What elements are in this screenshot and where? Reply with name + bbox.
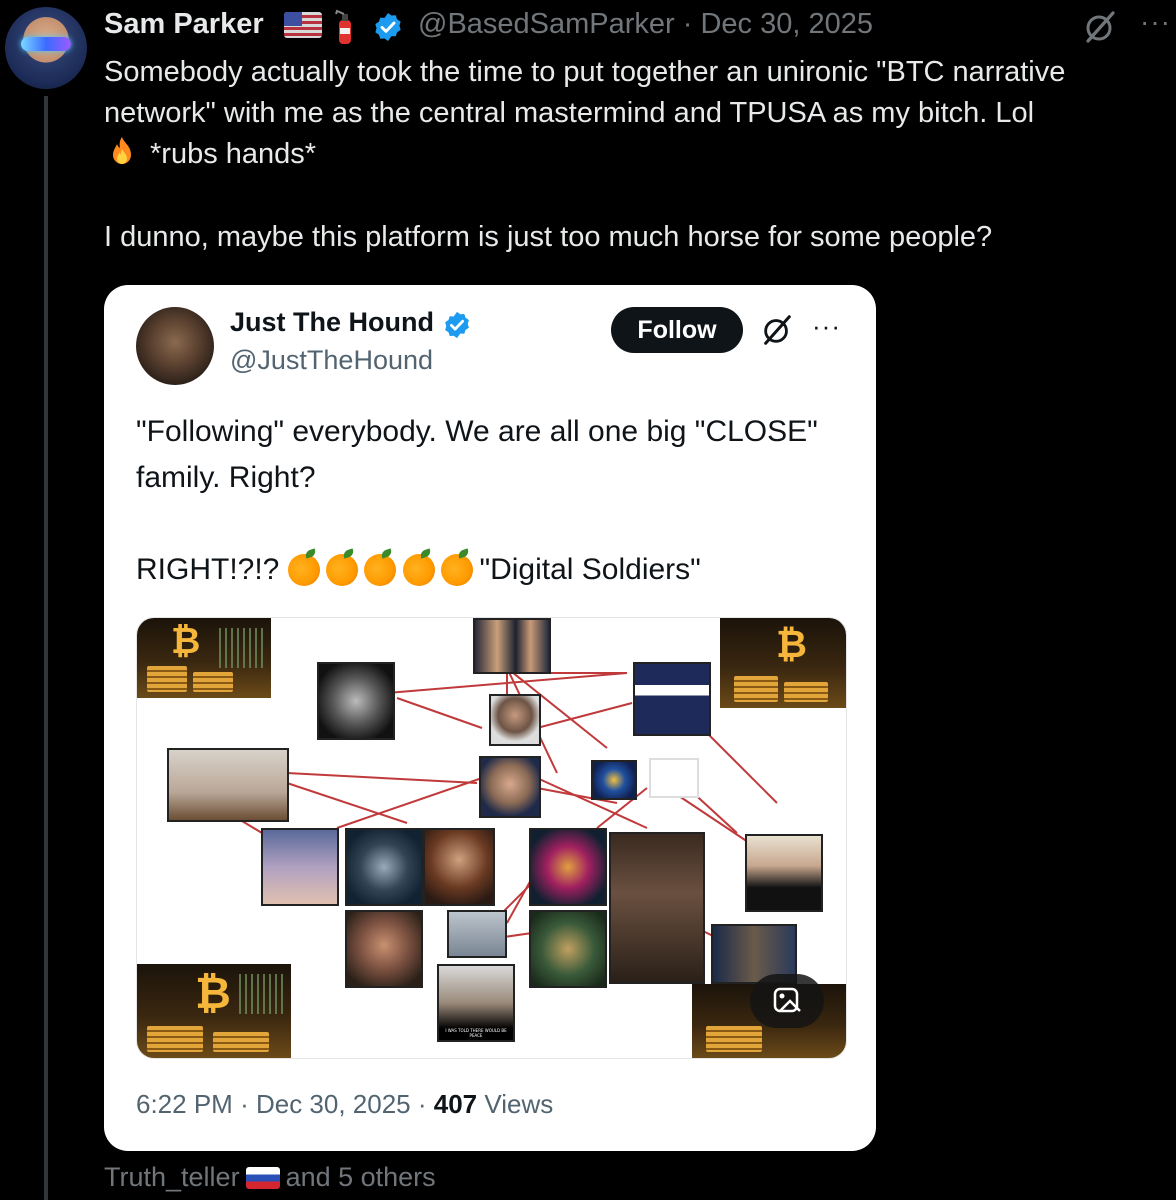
reply-context-user[interactable]: Truth_teller — [104, 1162, 240, 1192]
author-handle-date[interactable]: @BasedSamParker · Dec 30, 2025 — [418, 8, 873, 41]
network-node-studio-photo — [167, 748, 289, 822]
reply-context-others[interactable]: and 5 others — [286, 1162, 436, 1192]
verified-badge-icon — [445, 311, 469, 339]
author-display-name[interactable]: Sam Parker — [104, 8, 264, 41]
network-node-sam-parker-photo — [479, 756, 541, 818]
network-node-bukele-photo — [633, 662, 711, 736]
network-node-tuxedo-photo — [745, 834, 823, 912]
quoted-author-display-name[interactable]: Just The Hound — [230, 307, 434, 338]
meme-caption: I WAS TOLD THERE WOULD BE PEACE — [445, 1028, 507, 1038]
verified-badge-icon — [375, 13, 401, 41]
quoted-tweet-image[interactable]: ₿ ₿ ₿ I WAS TOLD THERE WOULD BE PEACE — [136, 617, 847, 1059]
more-options-icon[interactable]: ··· — [1140, 6, 1171, 38]
tangerine-emoji-icon — [441, 554, 474, 586]
quoted-tweet-text: "Following" everybody. We are all one bi… — [136, 409, 856, 593]
bitcoin-image-bottom-left: ₿ — [137, 964, 291, 1058]
post-text: Somebody actually took the time to put t… — [104, 52, 1176, 258]
network-node-bitcoin-logo — [317, 662, 395, 740]
post-text-line1: Somebody actually took the time to put t… — [104, 56, 1066, 129]
network-node-woman-photo-2 — [423, 828, 495, 906]
russia-flag-icon — [245, 1167, 280, 1189]
tangerine-emoji-icon — [364, 554, 397, 586]
more-options-icon[interactable]: ··· — [812, 311, 841, 342]
views-count: 407 — [433, 1089, 478, 1119]
network-node-fbi-seal — [591, 760, 637, 800]
network-node-man-photo — [489, 694, 541, 746]
avatar-sunglasses — [21, 37, 71, 51]
quoted-tweet-card[interactable]: Just The Hound @JustTheHound Follow ··· … — [104, 285, 876, 1151]
tangerine-emoji-icon — [402, 554, 435, 586]
author-avatar[interactable] — [5, 7, 87, 89]
edit-image-button[interactable] — [750, 974, 824, 1028]
edit-image-icon — [773, 987, 801, 1013]
tangerine-emoji-icon — [326, 554, 359, 586]
quoted-tweet-time[interactable]: 6:22 PM — [136, 1089, 233, 1119]
network-node-trump-photo — [473, 618, 551, 674]
follow-button[interactable]: Follow — [611, 307, 743, 353]
quoted-author-avatar[interactable] — [136, 307, 214, 385]
network-node-goldblum-photo — [345, 910, 423, 988]
reply-context[interactable]: Truth_teller and 5 others — [104, 1162, 436, 1193]
quoted-text-line1: "Following" everybody. We are all one bi… — [136, 415, 818, 494]
fire-icon — [113, 137, 131, 164]
bitcoin-image-top-left: ₿ — [137, 618, 271, 698]
quoted-text-line2: RIGHT!?!? "Digital Soldiers" — [136, 547, 856, 593]
network-node-woman-photo-1 — [261, 828, 339, 906]
quoted-tweet-meta: 6:22 PM · Dec 30, 2025 · 407 Views — [136, 1089, 554, 1119]
thread-line — [44, 96, 48, 1200]
network-node-wolf-art — [529, 910, 607, 988]
quoted-tweet-date[interactable]: Dec 30, 2025 — [256, 1089, 411, 1119]
network-node-pianist-photo — [609, 832, 705, 984]
quoted-text-right: RIGHT!?!? — [136, 553, 280, 586]
post-text-line2-text: *rubs hands* — [150, 138, 317, 170]
network-node-tpusa-logo — [649, 758, 699, 798]
views-label: Views — [484, 1089, 554, 1119]
us-flag-icon — [284, 12, 322, 38]
bitcoin-image-top-right: ₿ — [720, 618, 846, 708]
network-node-neon-avatar — [529, 828, 607, 906]
grok-icon[interactable] — [1082, 9, 1118, 45]
post-text-line2: *rubs hands* — [104, 134, 1176, 175]
quoted-author-handle[interactable]: @JustTheHound — [230, 345, 433, 376]
quoted-text-digital-soldiers: "Digital Soldiers" — [479, 553, 701, 586]
grok-icon[interactable] — [760, 313, 794, 347]
tangerine-emoji-icon — [287, 554, 320, 586]
fire-extinguisher-icon — [335, 9, 351, 44]
network-node-truth-teller-logo — [345, 828, 423, 906]
network-node-meme-photo: I WAS TOLD THERE WOULD BE PEACE — [437, 964, 515, 1042]
network-node-office-photo — [447, 910, 507, 958]
post-text-line3: I dunno, maybe this platform is just too… — [104, 221, 993, 253]
